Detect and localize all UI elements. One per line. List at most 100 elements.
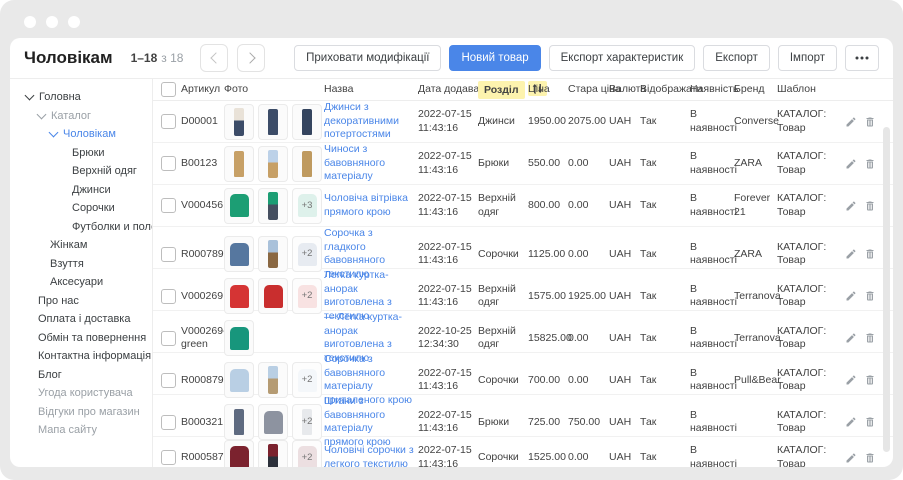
product-photo[interactable] [292, 104, 322, 140]
trash-icon[interactable] [864, 290, 876, 302]
sidebar-item[interactable]: Взуття [10, 255, 152, 274]
window-dot-icon[interactable] [68, 16, 80, 28]
sidebar-item[interactable]: Про нас [10, 292, 152, 311]
product-photo[interactable] [224, 146, 254, 182]
product-photo[interactable] [258, 188, 288, 224]
sidebar-item[interactable]: Обмін та повернення [10, 329, 152, 348]
column-header-template[interactable]: Шаблон [777, 83, 845, 96]
column-header-brand[interactable]: Бренд [734, 83, 777, 96]
sidebar-item[interactable]: Жінкам [10, 236, 152, 255]
row-checkbox[interactable] [161, 156, 176, 171]
product-photo[interactable] [224, 236, 254, 272]
product-name-link[interactable]: Чоловічі сорочки з легкого текстилю [324, 444, 414, 467]
product-photo[interactable]: +2 [292, 404, 322, 440]
column-header-photo[interactable]: Фото [224, 83, 324, 96]
pencil-icon[interactable] [845, 332, 857, 344]
sorted-column-label[interactable]: Розділ [478, 81, 525, 99]
sidebar-item[interactable]: Джинси [10, 181, 152, 200]
pencil-icon[interactable] [845, 452, 857, 464]
product-photo[interactable]: +2 [292, 278, 322, 314]
product-photo[interactable] [258, 440, 288, 468]
more-actions-button[interactable] [845, 45, 879, 71]
product-name-link[interactable]: Чоловіча вітрівка прямого крою [324, 192, 414, 219]
sidebar-item[interactable]: Чоловікам [10, 125, 152, 144]
prev-page-button[interactable] [200, 44, 228, 72]
product-photo[interactable] [224, 404, 254, 440]
sidebar-item[interactable]: Контактна інформація [10, 347, 152, 366]
product-photo[interactable] [224, 188, 254, 224]
product-name-link[interactable]: Чиноси з бавовняного матеріалу [324, 143, 414, 184]
column-header-date-added[interactable]: Дата додавання [418, 83, 478, 96]
column-header-name[interactable]: Назва [324, 83, 418, 96]
trash-icon[interactable] [864, 116, 876, 128]
sidebar-item[interactable]: Мапа сайту [10, 421, 152, 440]
sidebar-item[interactable]: Каталог [10, 107, 152, 126]
row-checkbox[interactable] [161, 415, 176, 430]
product-name-link[interactable]: Джинси з декоративними потертостями [324, 101, 414, 142]
select-all-checkbox[interactable] [161, 82, 176, 97]
product-photo[interactable] [224, 320, 254, 356]
sidebar-item[interactable]: Аксесуари [10, 273, 152, 292]
sidebar-item[interactable]: Головна [10, 88, 152, 107]
product-photo[interactable]: +3 [292, 188, 322, 224]
pencil-icon[interactable] [845, 116, 857, 128]
product-photo[interactable] [258, 146, 288, 182]
sidebar-item[interactable]: Відгуки про магазин [10, 403, 152, 422]
row-checkbox[interactable] [161, 331, 176, 346]
trash-icon[interactable] [864, 248, 876, 260]
sidebar-item[interactable]: Блог [10, 366, 152, 385]
product-photo[interactable] [258, 104, 288, 140]
new-product-button[interactable]: Новий товар [449, 45, 540, 71]
pencil-icon[interactable] [845, 290, 857, 302]
column-header-currency[interactable]: Валюта [609, 83, 640, 96]
export-button[interactable]: Експорт [703, 45, 770, 71]
pencil-icon[interactable] [845, 248, 857, 260]
product-photo[interactable] [224, 362, 254, 398]
row-checkbox[interactable] [161, 247, 176, 262]
row-checkbox[interactable] [161, 289, 176, 304]
pencil-icon[interactable] [845, 374, 857, 386]
trash-icon[interactable] [864, 158, 876, 170]
window-dot-icon[interactable] [24, 16, 36, 28]
trash-icon[interactable] [864, 416, 876, 428]
sidebar-item[interactable]: Брюки [10, 144, 152, 163]
hide-modifications-button[interactable]: Приховати модифікації [294, 45, 441, 71]
trash-icon[interactable] [864, 200, 876, 212]
sidebar-item[interactable]: Оплата і доставка [10, 310, 152, 329]
product-photo[interactable] [224, 278, 254, 314]
product-photo[interactable]: +2 [292, 236, 322, 272]
next-page-button[interactable] [237, 44, 265, 72]
column-header-sku[interactable]: Артикул [181, 83, 224, 96]
row-checkbox[interactable] [161, 373, 176, 388]
trash-icon[interactable] [864, 374, 876, 386]
pencil-icon[interactable] [845, 200, 857, 212]
vertical-scrollbar[interactable] [883, 127, 890, 452]
sidebar-item[interactable]: Верхній одяг [10, 162, 152, 181]
column-header-old-price[interactable]: Стара ціна [568, 83, 609, 96]
pencil-icon[interactable] [845, 416, 857, 428]
product-photo[interactable] [224, 440, 254, 468]
trash-icon[interactable] [864, 332, 876, 344]
product-photo[interactable]: +2 [292, 440, 322, 468]
column-header-section[interactable]: Розділ [478, 81, 528, 97]
product-photo[interactable] [258, 236, 288, 272]
row-checkbox[interactable] [161, 114, 176, 129]
product-name-link[interactable]: Штани з бавовняного матеріалу прямого кр… [324, 395, 414, 450]
export-characteristics-button[interactable]: Експорт характеристик [549, 45, 696, 71]
pencil-icon[interactable] [845, 158, 857, 170]
trash-icon[interactable] [864, 452, 876, 464]
product-photo[interactable]: +2 [292, 362, 322, 398]
sidebar-item[interactable]: Сорочки [10, 199, 152, 218]
import-button[interactable]: Імпорт [778, 45, 837, 71]
sidebar-item[interactable]: Футболки и поло [10, 218, 152, 237]
product-photo[interactable] [258, 404, 288, 440]
window-dot-icon[interactable] [46, 16, 58, 28]
row-checkbox[interactable] [161, 198, 176, 213]
product-photo[interactable] [292, 146, 322, 182]
column-header-price[interactable]: Ціна [528, 83, 568, 96]
sidebar-item[interactable]: Угода користувача [10, 384, 152, 403]
product-photo[interactable] [224, 104, 254, 140]
row-checkbox[interactable] [161, 450, 176, 465]
product-photo[interactable] [258, 362, 288, 398]
column-header-display[interactable]: Відображати [640, 83, 690, 96]
